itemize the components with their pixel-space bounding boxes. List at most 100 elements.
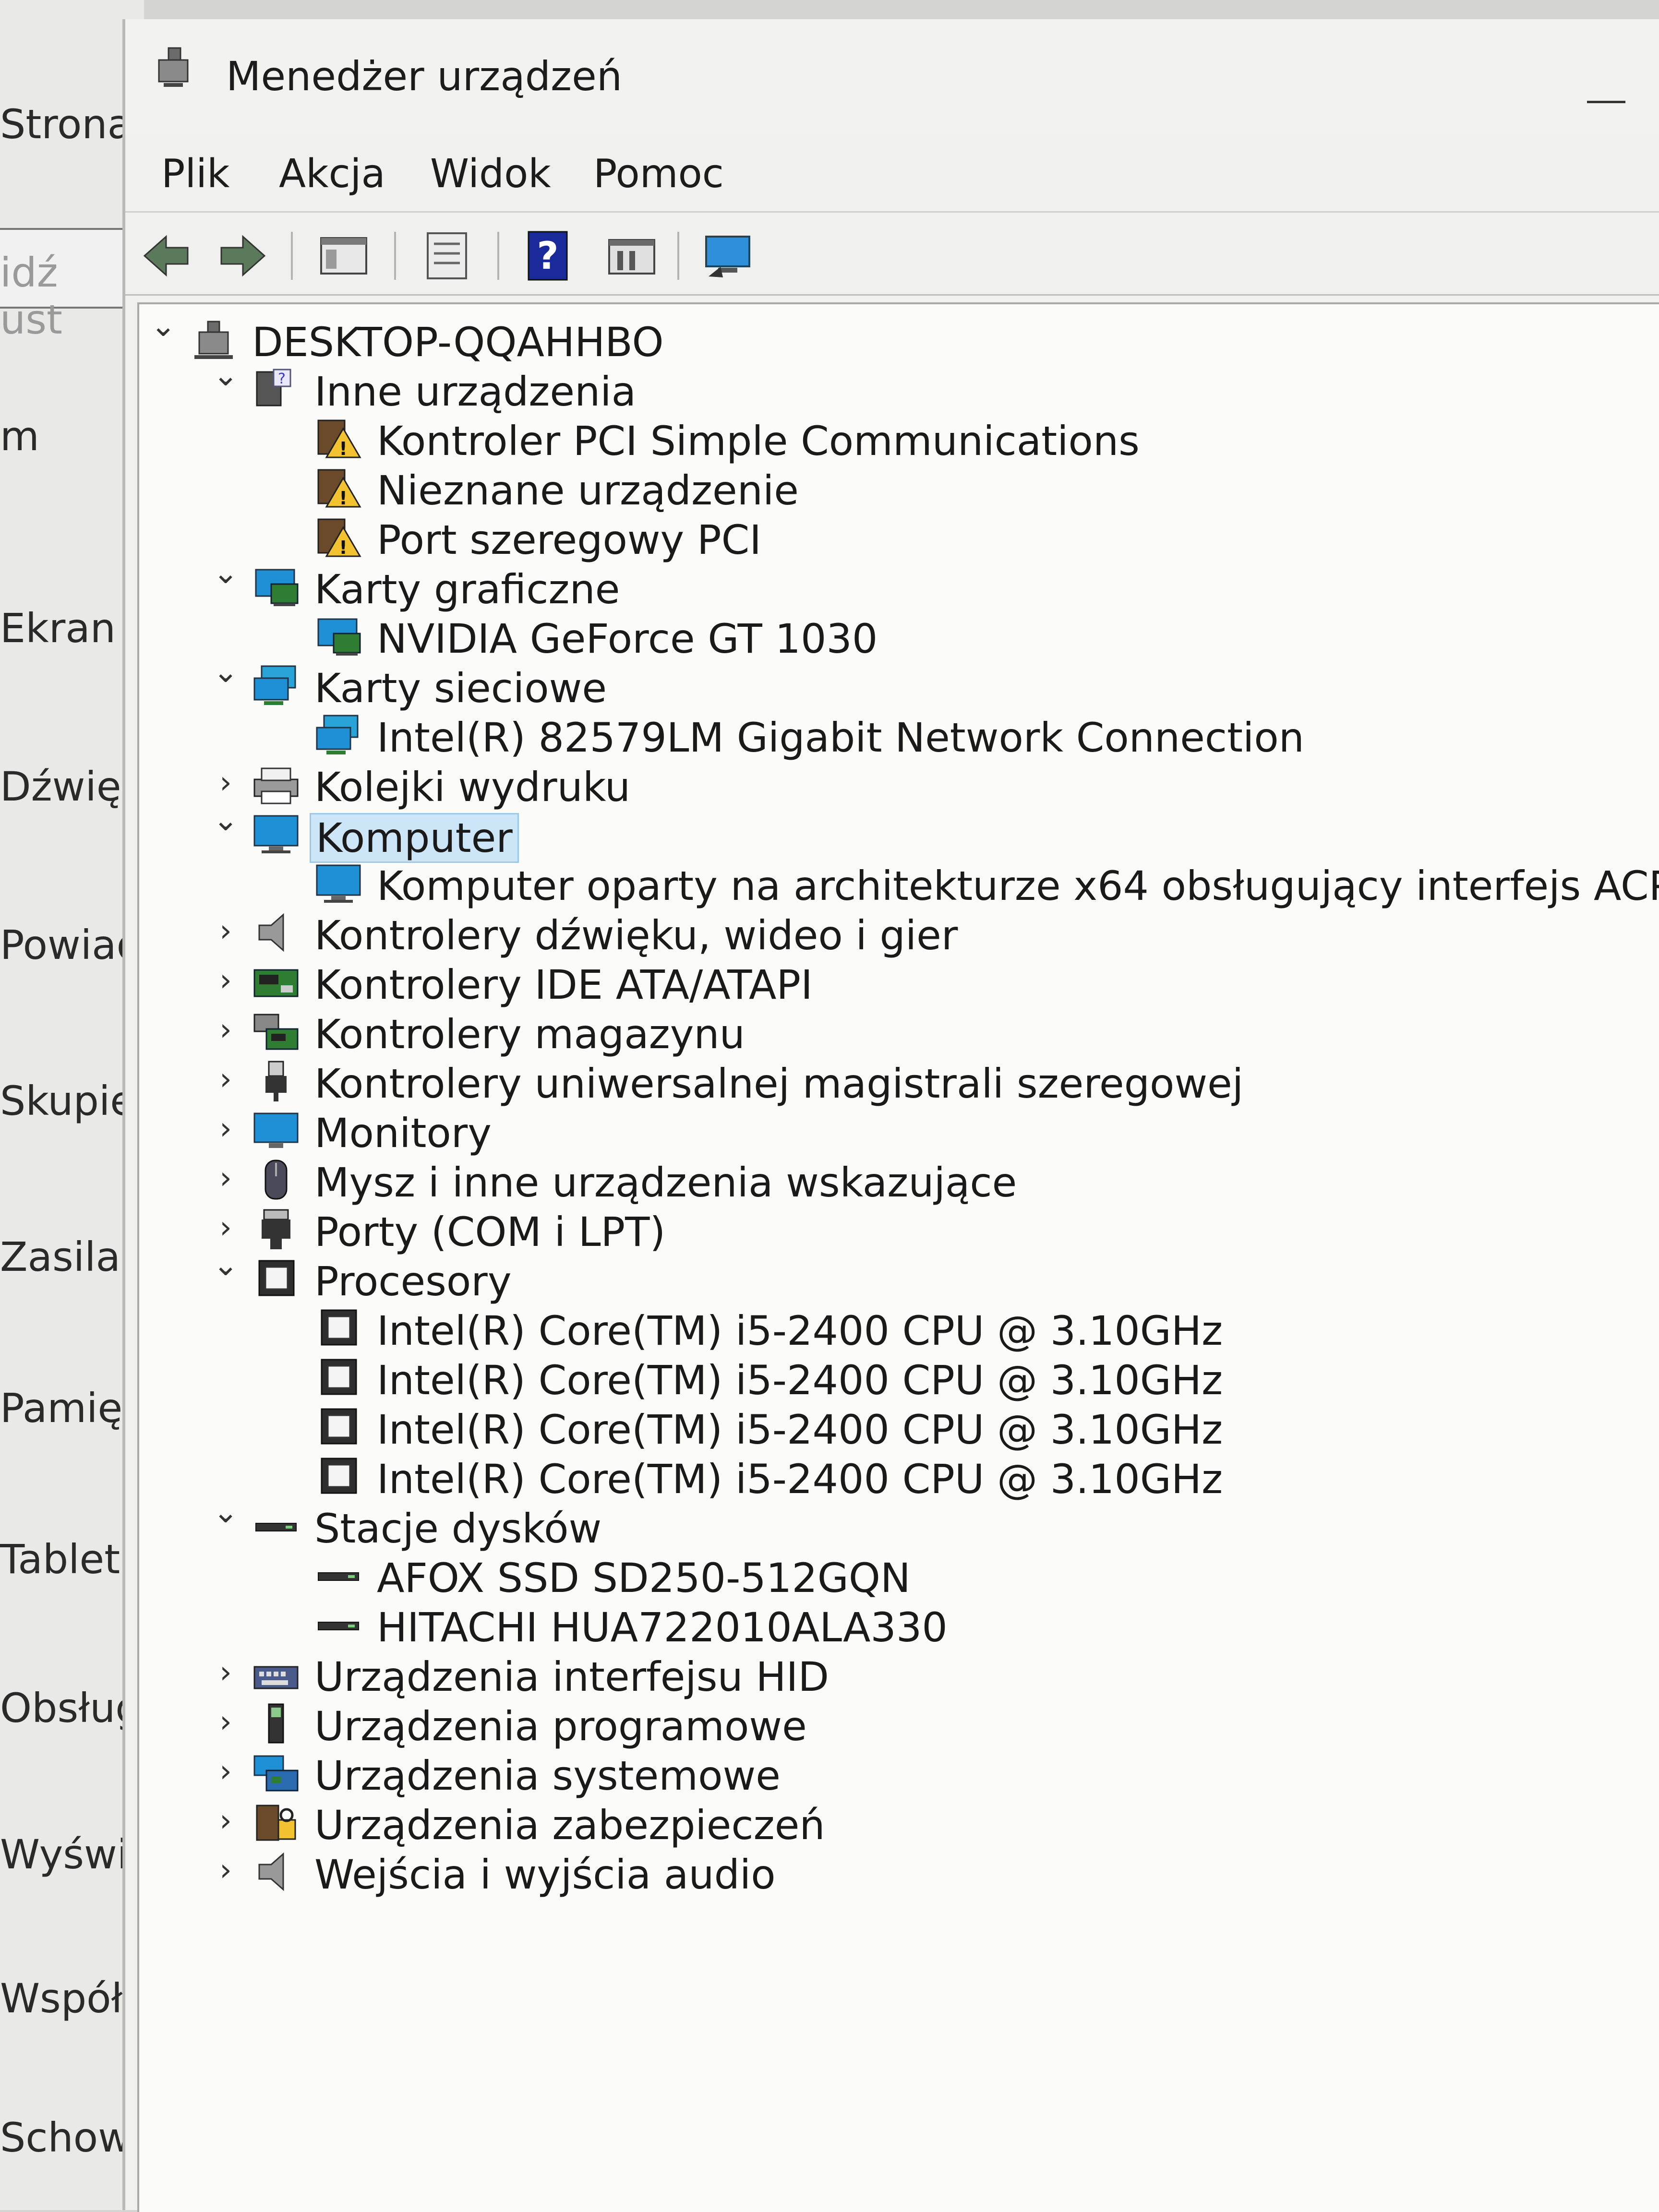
svg-text:?: ? [278, 371, 286, 387]
device-manager-window: Menedżer urządzeń Plik Akcja Widok Pomoc… [122, 19, 1659, 2212]
bg-item[interactable]: Skupie [0, 1077, 135, 1124]
tree-category[interactable]: › Monitory [139, 1105, 1627, 1158]
tree-device[interactable]: ! Port szeregowy PCI [139, 512, 1627, 564]
expand-chevron-icon[interactable]: › [211, 1657, 240, 1688]
scan-hardware-icon[interactable] [701, 229, 754, 282]
tree-category[interactable]: ⌄ Stacje dysków [139, 1497, 1627, 1553]
tree-device[interactable]: NVIDIA GeForce GT 1030 [139, 610, 1627, 663]
tree-root-computer[interactable]: ⌄ DESKTOP-QQAHHBO [139, 311, 1627, 367]
tree-node-label: Komputer [310, 813, 519, 863]
tree-device[interactable]: ! Nieznane urządzenie [139, 462, 1627, 515]
disk-drive-icon [314, 1554, 362, 1597]
expand-chevron-icon[interactable]: › [211, 1805, 240, 1836]
expand-chevron-icon[interactable]: › [211, 1163, 240, 1194]
tree-node-label: AFOX SSD SD250-512GQN [377, 1554, 911, 1602]
tree-node-label: Intel(R) Core(TM) i5-2400 CPU @ 3.10GHz [377, 1456, 1223, 1503]
tree-category[interactable]: ⌄ Karty sieciowe [139, 657, 1627, 713]
tree-node-label: Urządzenia interfejsu HID [314, 1653, 830, 1700]
tree-category[interactable]: › Porty (COM i LPT) [139, 1204, 1627, 1256]
tree-category[interactable]: ⌄ Komputer [139, 805, 1627, 863]
tree-device[interactable]: AFOX SSD SD250-512GQN [139, 1550, 1627, 1602]
back-arrow-icon[interactable] [140, 229, 192, 282]
expand-chevron-icon[interactable]: › [211, 965, 240, 996]
tree-device[interactable]: HITACHI HUA722010ALA330 [139, 1599, 1627, 1652]
expand-chevron-icon[interactable]: › [211, 1015, 240, 1045]
tree-category[interactable]: › Kontrolery uniwersalnej magistrali szer… [139, 1055, 1627, 1108]
minimize-button[interactable] [1587, 101, 1625, 103]
tree-node-label: HITACHI HUA722010ALA330 [377, 1604, 948, 1651]
monitor-icon [252, 1109, 300, 1152]
tree-node-label: Kontroler PCI Simple Communications [377, 418, 1140, 465]
bg-item[interactable]: Tablet [0, 1536, 120, 1583]
tree-category[interactable]: ⌄ Procesory [139, 1250, 1627, 1306]
tree-category[interactable]: › Kontrolery magazynu [139, 1006, 1627, 1059]
collapse-chevron-icon[interactable]: ⌄ [211, 558, 240, 588]
tree-category[interactable]: › Kontrolery dźwięku, wideo i gier [139, 907, 1627, 960]
root-computer-icon [190, 318, 238, 361]
warning-device-icon: ! [314, 466, 362, 509]
collapse-chevron-icon[interactable]: ⌄ [211, 657, 240, 687]
device-tree: ⌄ DESKTOP-QQAHHBO ⌄? Inne urządzenia! Kontro… [137, 302, 1659, 2212]
tree-category[interactable]: › Urządzenia interfejsu HID [139, 1649, 1627, 1701]
menu-akcja[interactable]: Akcja [279, 151, 385, 197]
tree-category[interactable]: › Urządzenia zabezpieczeń [139, 1797, 1627, 1850]
menu-pomoc[interactable]: Pomoc [593, 151, 724, 197]
tree-category[interactable]: ⌄? Inne urządzenia [139, 360, 1627, 416]
bg-item[interactable]: Powiad [0, 921, 142, 968]
bg-item[interactable]: m [0, 413, 39, 460]
bg-search-box[interactable]: idź ust [0, 228, 130, 343]
bg-item[interactable]: Schow [0, 2114, 131, 2161]
bg-item[interactable]: Ekran [0, 605, 116, 652]
expand-chevron-icon[interactable]: › [211, 1707, 240, 1737]
tree-device[interactable]: Intel(R) Core(TM) i5-2400 CPU @ 3.10GHz [139, 1451, 1627, 1504]
collapse-chevron-icon[interactable]: ⌄ [211, 1250, 240, 1280]
tree-category[interactable]: › Kontrolery IDE ATA/ATAPI [139, 957, 1627, 1009]
expand-chevron-icon[interactable]: › [211, 1855, 240, 1886]
tree-category[interactable]: › Urządzenia programowe [139, 1698, 1627, 1751]
menu-widok[interactable]: Widok [430, 151, 551, 197]
forward-arrow-icon[interactable] [216, 229, 269, 282]
collapse-chevron-icon[interactable]: ⌄ [149, 311, 178, 341]
expand-chevron-icon[interactable]: › [211, 1064, 240, 1095]
menu-plik[interactable]: Plik [161, 151, 230, 197]
tree-device[interactable]: Komputer oparty na architekturze x64 obs… [139, 858, 1659, 910]
display-adapter-icon [252, 565, 300, 608]
tree-device[interactable]: Intel(R) 82579LM Gigabit Network Connect… [139, 709, 1627, 762]
audio-io-icon [252, 1850, 300, 1893]
collapse-chevron-icon[interactable]: ⌄ [211, 805, 240, 836]
tree-device[interactable]: ! Kontroler PCI Simple Communications [139, 413, 1627, 466]
tree-node-label: Nieznane urządzenie [377, 467, 799, 514]
expand-chevron-icon[interactable]: › [211, 767, 240, 798]
bg-item[interactable]: Współ [0, 1975, 122, 2022]
collapse-chevron-icon[interactable]: ⌄ [211, 360, 240, 391]
tree-category[interactable]: › Kolejki wydruku [139, 759, 1627, 812]
tree-node-label: Stacje dysków [314, 1505, 602, 1552]
expand-chevron-icon[interactable]: › [211, 1113, 240, 1144]
printer-icon [252, 763, 300, 806]
speaker-icon [252, 911, 300, 954]
properties-icon[interactable] [421, 229, 473, 282]
update-driver-icon[interactable] [605, 229, 658, 282]
processor-icon [314, 1356, 362, 1399]
help-icon[interactable]: ? [524, 229, 577, 282]
tree-category[interactable]: › Wejścia i wyjścia audio [139, 1846, 1627, 1899]
tree-category[interactable]: › Urządzenia systemowe [139, 1747, 1627, 1800]
svg-text:!: ! [339, 488, 347, 509]
menu-bar: Plik Akcja Widok Pomoc [125, 139, 1659, 206]
show-hide-console-icon[interactable] [317, 229, 370, 282]
tree-category[interactable]: › Mysz i inne urządzenia wskazujące [139, 1154, 1627, 1207]
bg-item[interactable]: Wyświ [0, 1831, 128, 1878]
tree-device[interactable]: Intel(R) Core(TM) i5-2400 CPU @ 3.10GHz [139, 1401, 1627, 1454]
tree-node-label: Intel(R) 82579LM Gigabit Network Connect… [377, 714, 1304, 761]
mouse-icon [252, 1158, 300, 1201]
bg-item[interactable]: Obsług [0, 1685, 141, 1732]
tree-node-label: Intel(R) Core(TM) i5-2400 CPU @ 3.10GHz [377, 1406, 1223, 1453]
tree-device[interactable]: Intel(R) Core(TM) i5-2400 CPU @ 3.10GHz [139, 1352, 1627, 1405]
collapse-chevron-icon[interactable]: ⌄ [211, 1497, 240, 1528]
expand-chevron-icon[interactable]: › [211, 1756, 240, 1787]
tree-category[interactable]: ⌄ Karty graficzne [139, 558, 1627, 614]
tree-device[interactable]: Intel(R) Core(TM) i5-2400 CPU @ 3.10GHz [139, 1303, 1627, 1355]
hid-icon [252, 1652, 300, 1696]
expand-chevron-icon[interactable]: › [211, 916, 240, 946]
expand-chevron-icon[interactable]: › [211, 1212, 240, 1243]
